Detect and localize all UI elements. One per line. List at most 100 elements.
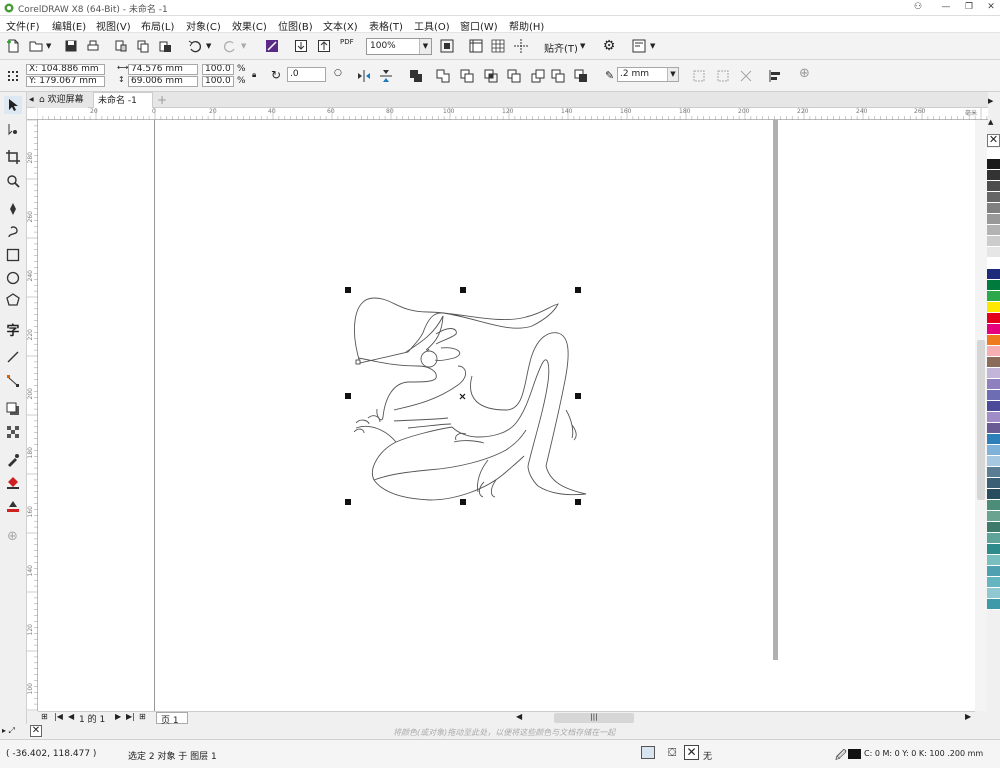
ellipse-tool-icon[interactable] [4, 269, 22, 287]
width-field[interactable]: 74.576 mm [128, 64, 198, 75]
redo-icon[interactable] [221, 37, 239, 55]
text-tool-icon[interactable]: 字 [4, 320, 22, 339]
tab-scroll-left-icon[interactable]: ◀ [29, 96, 34, 103]
align-distribute-icon[interactable] [766, 67, 784, 85]
no-color-swatch[interactable]: ✕ [987, 134, 1000, 147]
palette-swatch[interactable] [987, 478, 1000, 489]
interactive-fill-tool-icon[interactable] [4, 474, 22, 492]
palette-swatch[interactable] [987, 247, 1000, 258]
close-button[interactable]: ✕ [984, 1, 998, 14]
palette-swatch[interactable] [987, 588, 1000, 599]
palette-swatch[interactable] [987, 335, 1000, 346]
lock-ratio-icon[interactable]: 🔒︎ [252, 70, 256, 80]
shape-tool-icon[interactable] [4, 120, 22, 138]
tab-document[interactable]: 未命名 -1 [93, 92, 153, 108]
search-content-icon[interactable] [263, 37, 281, 55]
mirror-vertical-icon[interactable] [377, 67, 395, 85]
cut-icon[interactable] [112, 37, 130, 55]
vertical-scrollbar[interactable] [975, 120, 987, 711]
zoom-level-select[interactable]: 100% ▼ [366, 38, 432, 55]
palette-swatch[interactable] [987, 357, 1000, 368]
palette-swatch[interactable] [987, 148, 1000, 159]
crop-tool-icon[interactable] [4, 148, 22, 166]
vertical-ruler[interactable]: 280 260 240 220 200 180 160 140 120 100 [27, 120, 38, 711]
front-minus-back-icon[interactable] [529, 67, 547, 85]
artistic-media-tool-icon[interactable] [4, 223, 22, 241]
fill-none-swatch[interactable]: ✕ [684, 745, 699, 760]
palette-swatch[interactable] [987, 291, 1000, 302]
palette-swatch[interactable] [987, 555, 1000, 566]
publish-pdf-icon[interactable]: PDF [340, 38, 354, 46]
rotation-field[interactable]: .0 [287, 67, 326, 82]
trim-icon[interactable] [458, 67, 476, 85]
palette-swatch[interactable] [987, 258, 1000, 269]
new-document-icon[interactable] [4, 37, 22, 55]
zoom-tool-icon[interactable] [4, 172, 22, 190]
h-scroll-left-icon[interactable]: ◀ [516, 712, 522, 721]
document-palette-menu-icon[interactable]: ▸ ⤢ [2, 726, 15, 736]
drop-shadow-tool-icon[interactable] [4, 400, 22, 418]
menu-edit[interactable]: 编辑(E) [52, 18, 86, 33]
object-origin-icon[interactable] [4, 67, 22, 85]
tab-welcome-screen[interactable]: ⌂ 欢迎屏幕 [35, 92, 88, 108]
export-icon[interactable] [315, 37, 333, 55]
palette-swatch[interactable] [987, 313, 1000, 324]
quick-customize-icon[interactable]: ⊕ [799, 66, 810, 81]
palette-swatch[interactable] [987, 577, 1000, 588]
menu-table[interactable]: 表格(T) [369, 18, 403, 33]
drawing-objects[interactable] [38, 120, 975, 711]
ungroup-objects-icon[interactable] [737, 67, 755, 85]
palette-swatch[interactable] [987, 324, 1000, 335]
new-tab-icon[interactable]: + [157, 93, 167, 107]
h-scroll-right-icon[interactable]: ▶ [965, 712, 971, 721]
rectangle-tool-icon[interactable] [4, 246, 22, 264]
full-screen-icon[interactable] [438, 37, 456, 55]
transparency-tool-icon[interactable] [4, 423, 22, 441]
zoom-dropdown-icon[interactable]: ▼ [419, 39, 431, 54]
palette-swatch[interactable] [987, 269, 1000, 280]
show-rulers-icon[interactable] [467, 37, 485, 55]
save-icon[interactable] [62, 37, 80, 55]
palette-swatch[interactable] [987, 368, 1000, 379]
next-page-icon[interactable]: ▶ [115, 712, 121, 721]
simplify-icon[interactable] [505, 67, 523, 85]
scale-y-field[interactable]: 100.0 [202, 76, 234, 87]
position-x-field[interactable]: X: 104.886 mm [26, 64, 105, 75]
minimize-button[interactable]: — [939, 1, 953, 14]
scale-x-field[interactable]: 100.0 [202, 64, 234, 75]
copy-icon[interactable] [134, 37, 152, 55]
polygon-tool-icon[interactable] [4, 291, 22, 309]
handle-top-left[interactable] [345, 287, 351, 293]
palette-scroll-up-icon[interactable]: ▲ [988, 118, 993, 126]
horizontal-ruler[interactable]: 20 0 20 40 60 80 100 120 140 160 180 200… [37, 108, 988, 120]
palette-swatch[interactable] [987, 566, 1000, 577]
outline-width-select[interactable]: .2 mm ▼ [617, 67, 679, 82]
palette-swatch[interactable] [987, 522, 1000, 533]
smart-fill-tool-icon[interactable] [4, 497, 22, 515]
palette-swatch[interactable] [987, 236, 1000, 247]
drawing-canvas[interactable] [38, 120, 975, 711]
vertical-scroll-thumb[interactable] [977, 340, 985, 500]
freehand-tool-icon[interactable] [4, 200, 22, 218]
horizontal-scroll-thumb[interactable]: ||| [554, 713, 634, 723]
intersect-icon[interactable] [482, 67, 500, 85]
launcher-dropdown-icon[interactable]: ▼ [650, 42, 655, 50]
palette-swatch[interactable] [987, 346, 1000, 357]
undo-icon[interactable] [186, 37, 204, 55]
snap-dropdown-icon[interactable]: ▼ [580, 42, 585, 50]
create-boundary-icon[interactable] [572, 67, 590, 85]
menu-text[interactable]: 文本(X) [323, 18, 358, 33]
add-page-before-icon[interactable]: ⊞ [41, 712, 48, 721]
snap-to-menu[interactable]: 贴齐(T) [544, 40, 578, 55]
paste-icon[interactable] [156, 37, 174, 55]
palette-swatch[interactable] [987, 467, 1000, 478]
prev-page-icon[interactable]: ◀ [68, 712, 74, 721]
outline-color-swatch[interactable] [848, 749, 861, 759]
menu-tools[interactable]: 工具(O) [414, 18, 450, 33]
palette-swatch[interactable] [987, 423, 1000, 434]
palette-expand-icon[interactable]: ▶ [988, 97, 993, 105]
eyedropper-tool-icon[interactable] [4, 451, 22, 469]
menu-view[interactable]: 视图(V) [96, 18, 131, 33]
back-minus-front-icon[interactable] [549, 67, 567, 85]
menu-layout[interactable]: 布局(L) [141, 18, 174, 33]
